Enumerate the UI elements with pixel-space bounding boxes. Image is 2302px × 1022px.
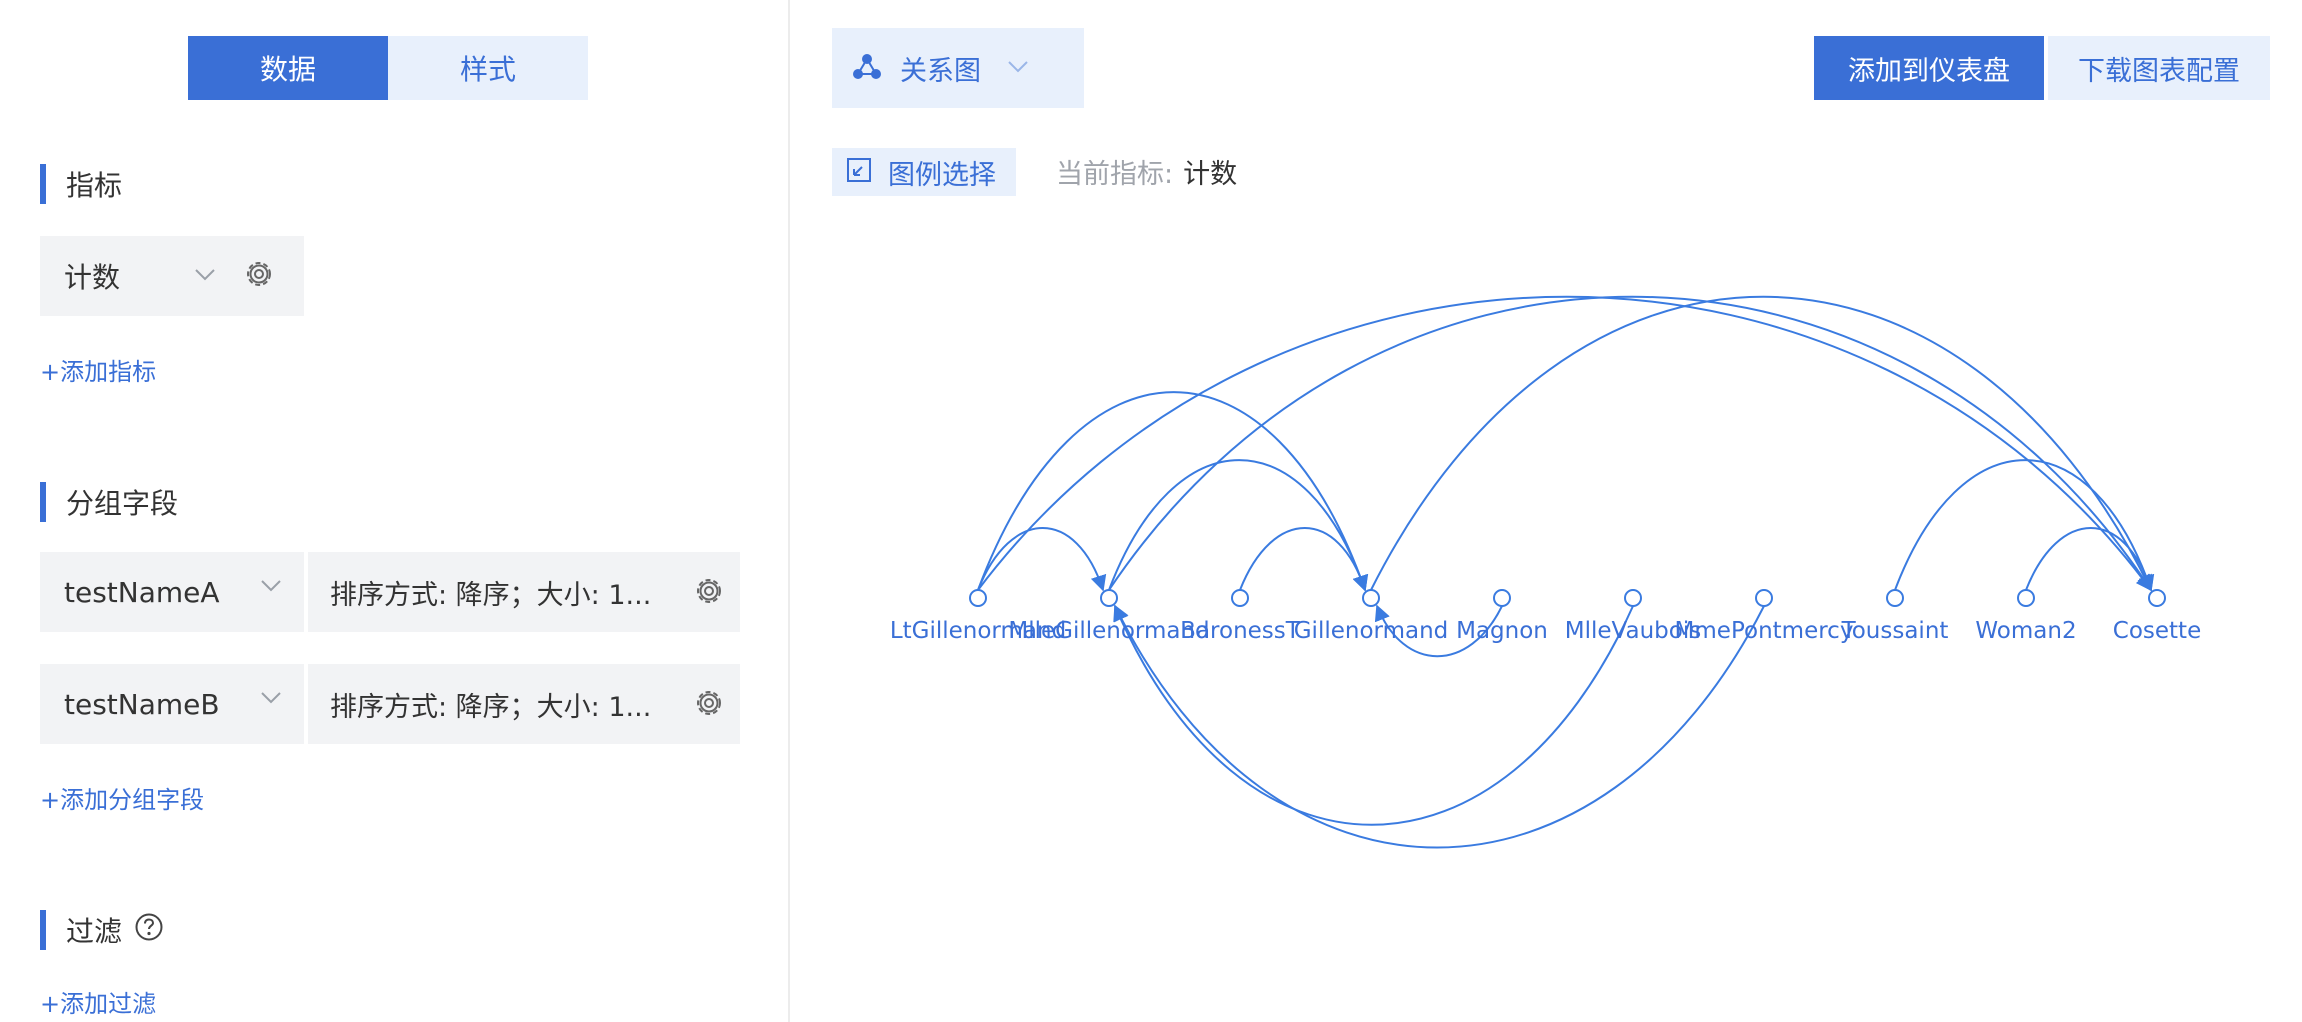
group-sort-text: 排序方式: 降序；大小: 1... [330, 691, 652, 723]
graph-edge-LtGillenormand-MlleGillenormand [977, 527, 1107, 592]
section-marker [40, 910, 46, 950]
graph-node-label-MmePontmercy: MmePontmercy [1675, 618, 1854, 644]
relation-graph: LtGillenormandMlleGillenormandBaronessTG… [890, 295, 2201, 849]
metric-item[interactable]: 计数 [40, 236, 304, 316]
tab-style[interactable]: 样式 [388, 36, 588, 100]
add-group-link[interactable]: +添加分组字段 [40, 780, 204, 815]
add-metric-link[interactable]: +添加指标 [40, 352, 156, 387]
metric-name: 计数 [64, 261, 121, 294]
gear-icon[interactable] [694, 688, 724, 722]
graph-edge-LtGillenormand-Cosette [977, 295, 2152, 592]
graph-node-label-BaronessT: BaronessT [1180, 618, 1301, 644]
graph-node-Woman2[interactable] [2017, 589, 2035, 607]
graph-node-MlleGillenormand[interactable] [1100, 589, 1118, 607]
add-filter-link[interactable]: +添加过滤 [40, 984, 156, 1019]
metrics-title: 指标 [66, 169, 123, 202]
groups-title: 分组字段 [66, 487, 179, 520]
group-field-row: testNameB 排序方式: 降序；大小: 1... [40, 664, 740, 744]
group-sort-setting[interactable]: 排序方式: 降序；大小: 1... [308, 664, 740, 744]
graph-node-Magnon[interactable] [1493, 589, 1511, 607]
graph-node-label-Toussaint: Toussaint [1841, 618, 1949, 644]
group-field-row: testNameA 排序方式: 降序；大小: 1... [40, 552, 740, 632]
group-field-select[interactable]: testNameB [40, 664, 304, 744]
graph-node-LtGillenormand[interactable] [969, 589, 987, 607]
chevron-down-icon[interactable] [260, 690, 282, 709]
section-marker [40, 482, 46, 522]
group-field-name: testNameB [64, 687, 220, 721]
graph-edge-Toussaint-Cosette [1894, 459, 2154, 592]
filter-section-title: 过滤 [40, 910, 164, 950]
graph-edge-Woman2-Cosette [2025, 527, 2155, 592]
graph-node-label-Woman2: Woman2 [1975, 618, 2076, 644]
filter-title: 过滤 [66, 915, 123, 948]
section-marker [40, 164, 46, 204]
graph-edge-BaronessT-Gillenormand [1239, 527, 1369, 592]
graph-edge-MlleGillenormand-Cosette [1108, 295, 2152, 592]
graph-node-label-Cosette: Cosette [2113, 618, 2201, 644]
help-icon[interactable] [134, 912, 164, 949]
tab-data[interactable]: 数据 [188, 36, 388, 100]
config-sidebar: 数据 样式 指标 计数 +添加指标 分组字段 testNameA 排序方式: 降… [0, 0, 790, 1022]
graph-node-Cosette[interactable] [2148, 589, 2166, 607]
metrics-section-title: 指标 [40, 164, 122, 204]
graph-node-MlleVaubois[interactable] [1624, 589, 1642, 607]
graph-node-Gillenormand[interactable] [1362, 589, 1380, 607]
graph-node-Toussaint[interactable] [1886, 589, 1904, 607]
chevron-down-icon[interactable] [260, 578, 282, 597]
graph-node-BaronessT[interactable] [1231, 589, 1249, 607]
chart-panel: 关系图 添加到仪表盘 下载图表配置 图例选择 当前指标: 计数 LtGillen… [790, 0, 2302, 1022]
chevron-down-icon[interactable] [194, 267, 216, 286]
graph-node-MmePontmercy[interactable] [1755, 589, 1773, 607]
group-field-name: testNameA [64, 575, 220, 609]
groups-section-title: 分组字段 [40, 482, 178, 522]
group-field-select[interactable]: testNameA [40, 552, 304, 632]
gear-icon[interactable] [244, 259, 274, 293]
mode-tabs: 数据 样式 [188, 36, 588, 100]
group-sort-text: 排序方式: 降序；大小: 1... [330, 579, 652, 611]
graph-node-label-Gillenormand: Gillenormand [1294, 618, 1449, 644]
graph-node-label-Magnon: Magnon [1456, 618, 1548, 644]
graph-edge-MlleGillenormand-Gillenormand [1108, 459, 1368, 592]
group-sort-setting[interactable]: 排序方式: 降序；大小: 1... [308, 552, 740, 632]
gear-icon[interactable] [694, 576, 724, 610]
graph-edge-Gillenormand-Cosette [1370, 295, 2152, 592]
